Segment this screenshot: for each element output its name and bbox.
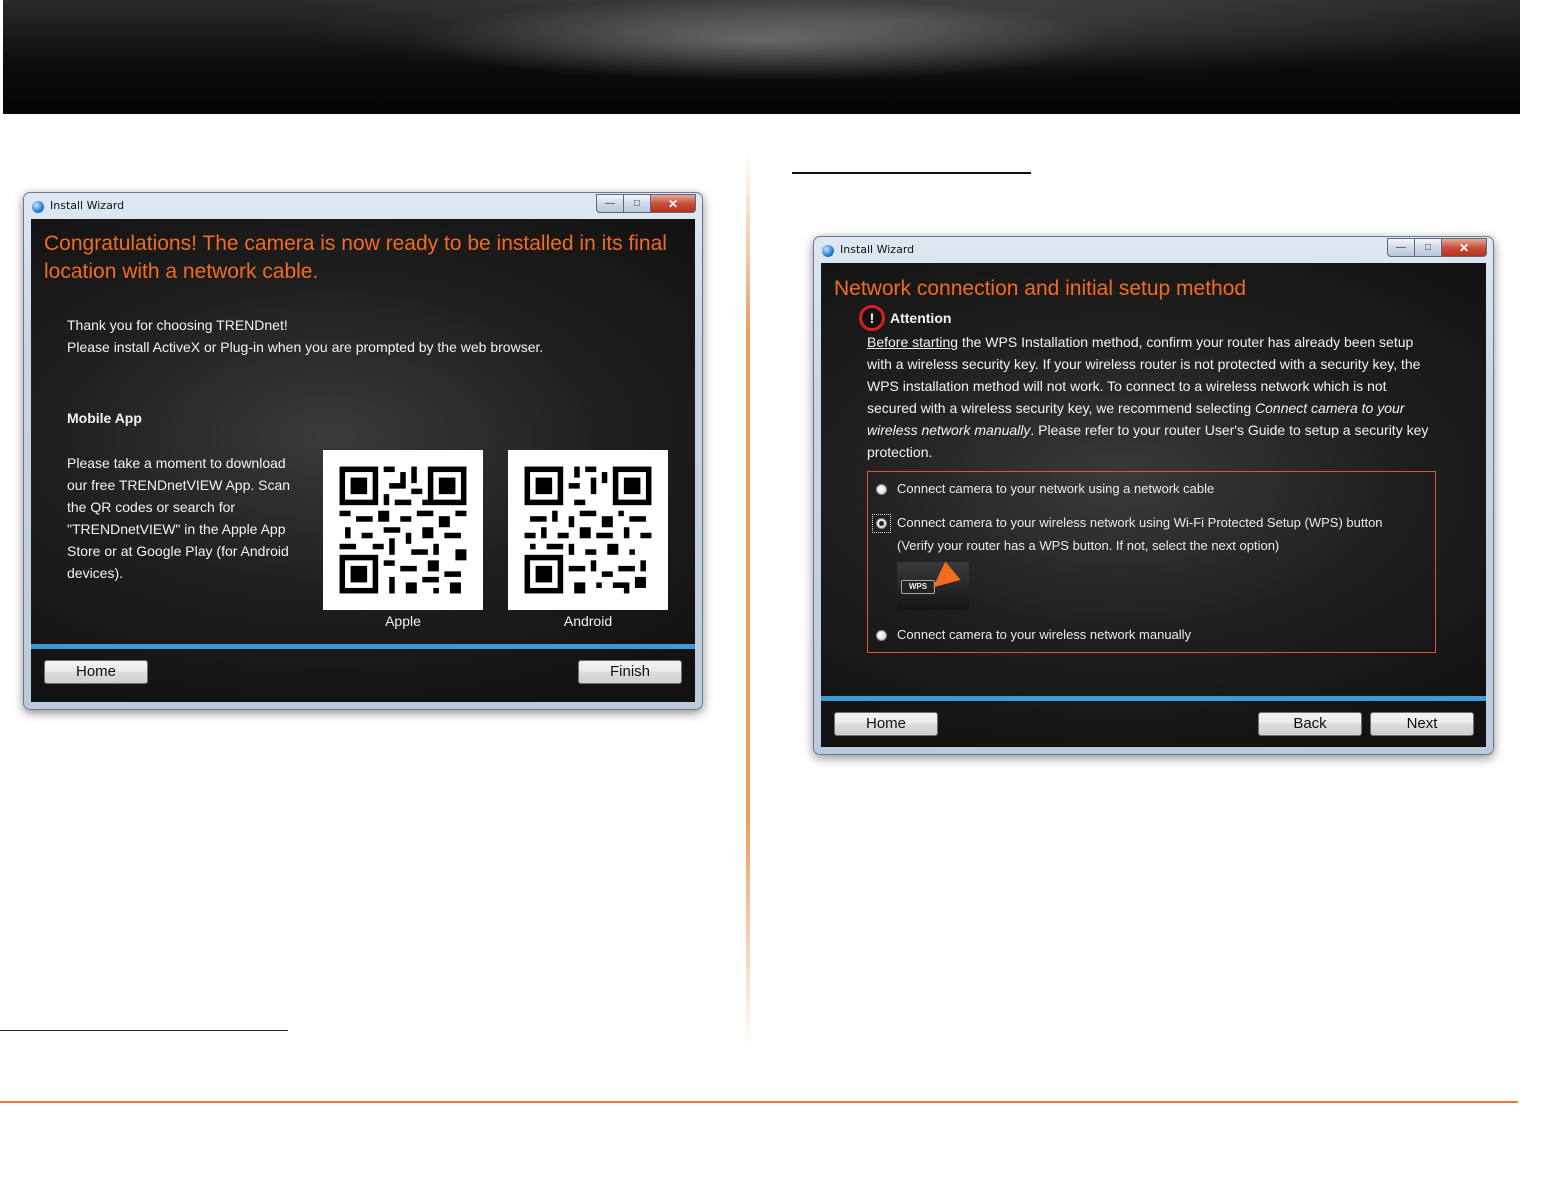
page-title: Congratulations! The camera is now ready…: [44, 232, 667, 283]
radio-wireless-manual[interactable]: [876, 630, 887, 641]
wizard-content: Congratulations! The camera is now ready…: [31, 219, 695, 702]
option-wireless-manual-label[interactable]: Connect camera to your wireless network …: [897, 626, 1191, 644]
setup-method-options: Connect camera to your network using a n…: [867, 471, 1436, 653]
finish-button[interactable]: Finish: [578, 660, 682, 684]
footnote-separator: [0, 1030, 288, 1031]
attention-text: Before starting the WPS Installation met…: [867, 331, 1437, 463]
title-bar[interactable]: Install Wizard ― □ ✕: [814, 237, 1493, 263]
qr-code-apple: [323, 450, 483, 610]
qr-android-label: Android: [563, 613, 613, 629]
maximize-icon: □: [633, 198, 641, 209]
thanks-line-2: Please install ActiveX or Plug-in when y…: [67, 339, 544, 355]
back-button[interactable]: Back: [1258, 712, 1362, 736]
footer-rule: [0, 1101, 1518, 1103]
window-title: Install Wizard: [840, 243, 915, 256]
install-wizard-window-finish: Install Wizard ― □ ✕ Congratulations! Th…: [23, 192, 703, 710]
page-title: Network connection and initial setup met…: [834, 277, 1247, 300]
minimize-button[interactable]: ―: [596, 194, 624, 213]
home-button[interactable]: Home: [44, 660, 148, 684]
minimize-icon: ―: [605, 198, 615, 209]
maximize-icon: □: [1424, 242, 1432, 253]
close-button[interactable]: ✕: [1441, 238, 1487, 257]
qr-apple-icon: [323, 450, 483, 610]
wizard-content: Network connection and initial setup met…: [821, 263, 1486, 747]
radio-wps-button[interactable]: [876, 518, 887, 529]
maximize-button[interactable]: □: [1414, 238, 1442, 257]
progress-bar: [821, 696, 1486, 701]
title-bar[interactable]: Install Wizard ― □ ✕: [24, 193, 702, 219]
attention-underlined-phrase: Before starting: [867, 334, 959, 350]
radio-network-cable[interactable]: [876, 484, 887, 495]
page-divider: [746, 150, 750, 1050]
qr-apple-label: Apple: [385, 613, 421, 629]
install-wizard-window-network: Install Wizard ― □ ✕ Network connection …: [813, 236, 1494, 755]
option-wps-sublabel: (Verify your router has a WPS button. If…: [897, 538, 1280, 553]
qr-code-android: [508, 450, 668, 610]
mobile-app-title: Mobile App: [67, 410, 142, 426]
window-controls: ― □ ✕: [1387, 238, 1487, 257]
mobile-app-text: Please take a moment to download our fre…: [67, 455, 291, 581]
minimize-button[interactable]: ―: [1387, 238, 1415, 257]
close-button[interactable]: ✕: [650, 194, 696, 213]
thanks-line-1: Thank you for choosing TRENDnet!: [67, 317, 288, 333]
app-icon: [822, 245, 834, 257]
maximize-button[interactable]: □: [623, 194, 651, 213]
window-title: Install Wizard: [50, 199, 125, 212]
attention-label: Attention: [890, 310, 952, 326]
qr-android-icon: [508, 450, 668, 610]
header-banner: [3, 0, 1520, 114]
next-button[interactable]: Next: [1370, 712, 1474, 736]
option-network-cable-label[interactable]: Connect camera to your network using a n…: [897, 480, 1214, 498]
home-button[interactable]: Home: [834, 712, 938, 736]
close-icon: ✕: [1458, 240, 1470, 255]
section-heading-underline: [792, 172, 1031, 174]
wps-button-image: WPS: [897, 561, 969, 610]
minimize-icon: ―: [1396, 242, 1406, 253]
close-icon: ✕: [667, 196, 679, 211]
option-wps-label[interactable]: Connect camera to your wireless network …: [897, 514, 1383, 532]
progress-bar: [31, 644, 695, 649]
app-icon: [32, 201, 44, 213]
window-controls: ― □ ✕: [596, 194, 696, 213]
warning-icon: !: [859, 305, 885, 331]
